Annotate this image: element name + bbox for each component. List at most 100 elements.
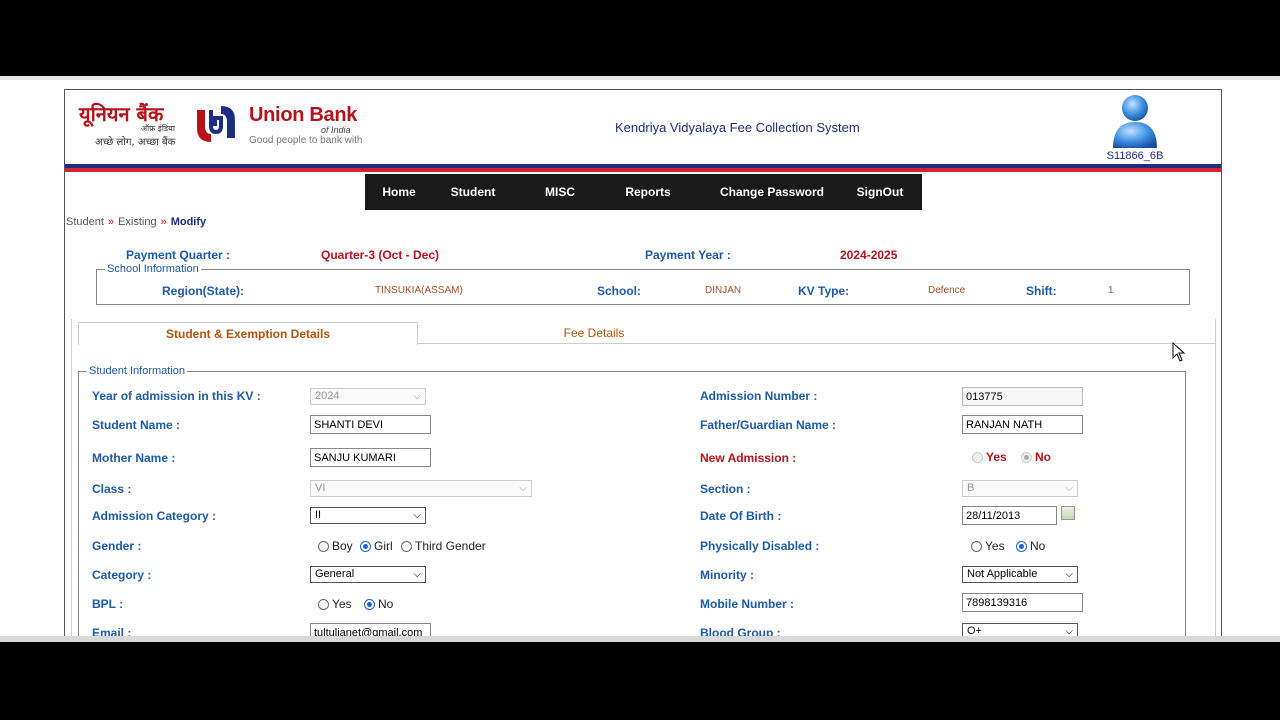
student-name-field[interactable]: SHANTI DEVI xyxy=(310,415,431,434)
nav-change-password[interactable]: Change Password xyxy=(715,174,829,210)
date-of-birth-label: Date Of Birth : xyxy=(700,509,782,523)
admission-category-select[interactable]: II ⌵ xyxy=(310,507,426,524)
physically-disabled-no-radio[interactable]: No xyxy=(1016,539,1045,553)
school-information-fieldset: School Information Region(State): TINSUK… xyxy=(96,263,1190,305)
nav-signout[interactable]: SignOut xyxy=(849,174,911,210)
section-value: B xyxy=(967,482,975,494)
admission-category-value: II xyxy=(315,509,322,521)
tab-student-exemption-details[interactable]: Student & Exemption Details xyxy=(78,322,418,345)
chevron-down-icon: ⌵ xyxy=(519,483,527,494)
shift-value: 1 xyxy=(1108,285,1114,296)
category-value: General xyxy=(315,568,355,580)
minority-value: Not Applicable xyxy=(967,568,1038,580)
bpl-no-radio[interactable]: No xyxy=(364,597,393,611)
mouse-cursor-icon xyxy=(1172,342,1186,362)
email-field[interactable]: tultulianet@gmail.com xyxy=(310,623,431,636)
category-label: Category : xyxy=(92,568,152,582)
blood-group-label: Blood Group : xyxy=(700,626,781,636)
nav-home[interactable]: Home xyxy=(375,174,423,210)
date-of-birth-field[interactable]: 28/11/2013 xyxy=(962,506,1057,525)
radio-icon xyxy=(1016,540,1027,552)
radio-icon xyxy=(1021,451,1032,463)
chevron-down-icon: ⌵ xyxy=(1065,569,1073,580)
radio-icon xyxy=(360,540,371,552)
mother-name-label: Mother Name : xyxy=(92,451,176,465)
kv-type-value: Defence xyxy=(928,285,966,296)
father-name-field[interactable]: RANJAN NATH xyxy=(962,415,1083,434)
chevron-down-icon: ⌵ xyxy=(413,569,421,580)
breadcrumb: Student» Existing» Modify xyxy=(66,216,206,228)
bpl-yes-label: Yes xyxy=(332,597,352,611)
physically-disabled-yes-radio[interactable]: Yes xyxy=(971,539,1005,553)
bpl-no-label: No xyxy=(378,597,394,611)
section-label: Section : xyxy=(700,482,751,496)
breadcrumb-separator: » xyxy=(107,216,115,228)
gender-girl-radio[interactable]: Girl xyxy=(360,539,393,553)
nav-reports[interactable]: Reports xyxy=(615,174,681,210)
payment-year-label: Payment Year : xyxy=(645,248,731,262)
nav-student[interactable]: Student xyxy=(445,174,501,210)
new-admission-label: New Admission : xyxy=(700,451,797,465)
chevron-down-icon: ⌵ xyxy=(413,510,421,521)
kv-type-label: KV Type: xyxy=(798,284,850,298)
radio-icon xyxy=(971,540,982,552)
bank-logo-hindi-tagline: अच्छे लोग, अच्छा बैंक xyxy=(95,137,176,148)
radio-icon xyxy=(972,451,983,463)
mobile-number-field[interactable]: 7898139316 xyxy=(962,593,1083,612)
mother-name-field[interactable]: SANJU KUMARI xyxy=(310,448,431,467)
app-title: Kendriya Vidyalaya Fee Collection System xyxy=(615,120,860,135)
app-header: यूनियन बैंक ऑफ़ इंडिया अच्छे लोग, अच्छा … xyxy=(65,90,1221,164)
nav-misc[interactable]: MISC xyxy=(535,174,585,210)
admission-number-label: Admission Number : xyxy=(700,389,818,403)
radio-icon xyxy=(364,598,375,610)
breadcrumb-existing[interactable]: Existing xyxy=(118,216,157,228)
year-of-admission-label: Year of admission in this KV : xyxy=(92,389,261,403)
new-admission-yes-label: Yes xyxy=(986,450,1007,464)
physically-disabled-no-label: No xyxy=(1030,539,1046,553)
physically-disabled-label: Physically Disabled : xyxy=(700,539,820,553)
user-avatar-icon[interactable] xyxy=(1109,92,1161,152)
minority-select[interactable]: Not Applicable ⌵ xyxy=(962,566,1078,583)
main-nav: Home Student MISC Reports Change Passwor… xyxy=(365,174,922,210)
breadcrumb-modify: Modify xyxy=(170,216,207,228)
gender-third-radio[interactable]: Third Gender xyxy=(401,539,486,553)
bpl-yes-radio[interactable]: Yes xyxy=(318,597,352,611)
blood-group-value: O+ xyxy=(967,625,982,636)
payment-quarter-label: Payment Quarter : xyxy=(126,248,231,262)
radio-icon xyxy=(318,540,329,552)
student-name-label: Student Name : xyxy=(92,418,181,432)
tab-fee-details[interactable]: Fee Details xyxy=(485,322,703,344)
breadcrumb-student[interactable]: Student xyxy=(66,216,104,228)
calendar-icon[interactable] xyxy=(1061,506,1075,520)
physically-disabled-yes-label: Yes xyxy=(985,539,1005,553)
top-divider xyxy=(0,76,1280,80)
gender-boy-radio[interactable]: Boy xyxy=(318,539,353,553)
union-bank-logo-icon xyxy=(197,106,235,142)
shift-label: Shift: xyxy=(1026,284,1057,298)
student-information-legend: Student Information xyxy=(87,365,188,377)
blood-group-select[interactable]: O+ ⌵ xyxy=(962,623,1078,636)
class-label: Class : xyxy=(92,482,132,496)
school-label: School: xyxy=(597,284,641,298)
bank-logo-tagline: Good people to bank with xyxy=(249,135,363,146)
bank-logo-english: Union Bank xyxy=(249,104,358,126)
radio-icon xyxy=(401,540,412,552)
chevron-down-icon: ⌵ xyxy=(413,391,421,402)
chevron-down-icon: ⌵ xyxy=(1065,626,1073,636)
horizontal-scrollbar[interactable] xyxy=(0,636,1280,642)
category-select[interactable]: General ⌵ xyxy=(310,566,426,583)
email-label: Email : xyxy=(92,626,132,636)
section-select: B ⌵ xyxy=(962,480,1078,497)
payment-year-value: 2024-2025 xyxy=(840,248,898,262)
father-name-label: Father/Guardian Name : xyxy=(700,418,837,432)
year-of-admission-select: 2024 ⌵ xyxy=(310,388,426,405)
breadcrumb-separator: » xyxy=(160,216,167,228)
region-label: Region(State): xyxy=(162,284,244,298)
gender-boy-label: Boy xyxy=(332,539,353,553)
class-value: VI xyxy=(315,482,326,494)
school-information-legend: School Information xyxy=(105,263,201,275)
bank-logo-hindi-sub: ऑफ़ इंडिया xyxy=(141,124,175,133)
bpl-label: BPL : xyxy=(92,597,124,611)
app-frame: यूनियन बैंक ऑफ़ इंडिया अच्छे लोग, अच्छा … xyxy=(64,89,1222,636)
region-value: TINSUKIA(ASSAM) xyxy=(375,285,463,296)
